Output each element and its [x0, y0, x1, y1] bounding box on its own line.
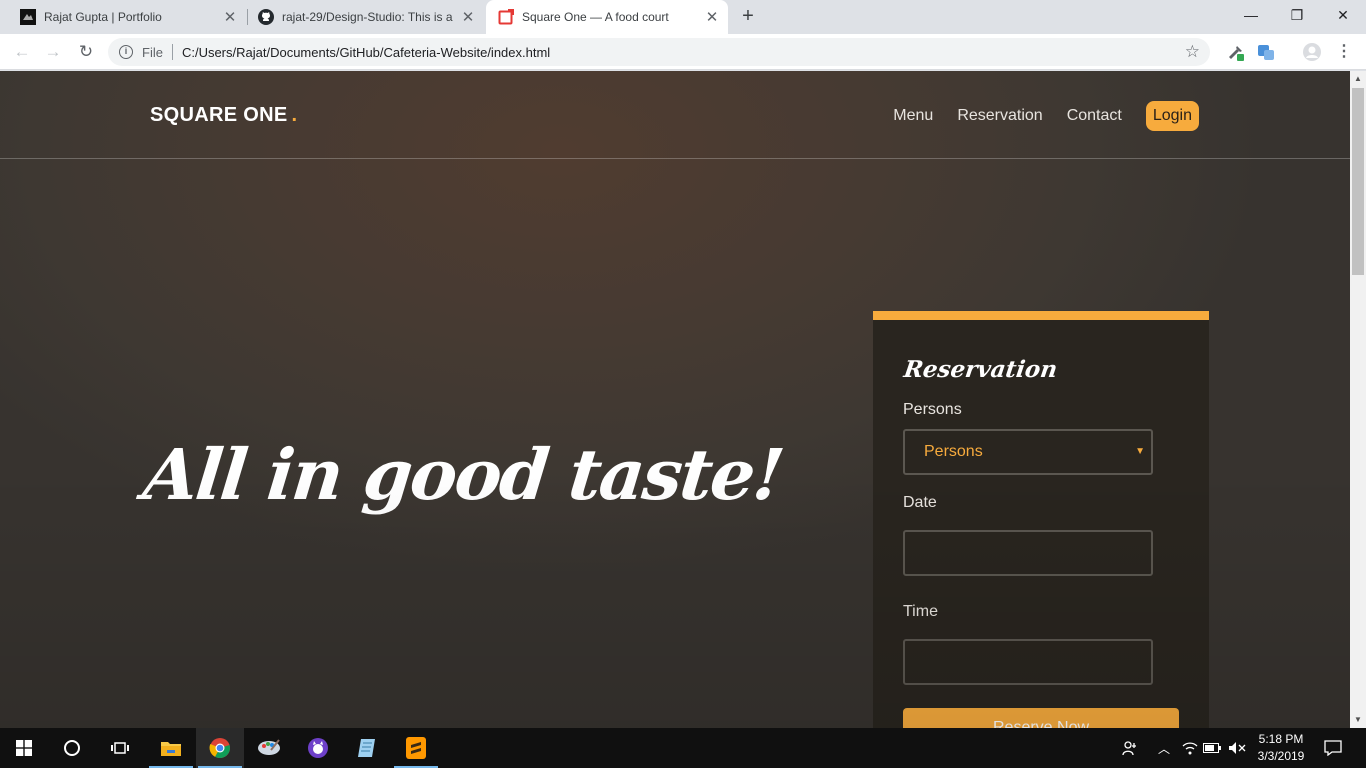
battery-icon[interactable] [1202, 728, 1222, 768]
tab-close-icon[interactable]: ✕ [702, 8, 722, 26]
time-input[interactable] [903, 639, 1153, 685]
windows-taskbar: ︿ 5:18 PM 3/3/2019 [0, 728, 1366, 768]
notifications-icon[interactable] [1320, 728, 1346, 768]
wifi-icon[interactable] [1180, 728, 1200, 768]
windows-start-icon[interactable] [0, 728, 48, 768]
bookmark-star-icon[interactable]: ☆ [1185, 42, 1200, 62]
nav-contact-link[interactable]: Contact [1067, 107, 1122, 125]
back-arrow-icon[interactable]: ← [10, 40, 34, 64]
tab-portfolio[interactable]: Rajat Gupta | Portfolio ✕ [0, 0, 246, 34]
browser-tab-strip: Rajat Gupta | Portfolio ✕ rajat-29/Desig… [0, 0, 1366, 34]
site-header: SQUARE ONE. Menu Reservation Contact Log… [0, 71, 1350, 159]
time-label: Time [903, 603, 938, 620]
url-text[interactable]: C:/Users/Rajat/Documents/GitHub/Cafeteri… [182, 45, 550, 60]
profile-avatar-icon[interactable] [1302, 42, 1322, 62]
portfolio-favicon-icon [20, 9, 36, 25]
scroll-up-icon[interactable]: ▲ [1350, 71, 1366, 87]
hero-heading: All in good taste! [139, 433, 787, 516]
brand-dot: . [291, 104, 298, 126]
tab-title: rajat-29/Design-Studio: This is a [282, 10, 453, 24]
persons-select[interactable]: Persons ▼ [903, 429, 1153, 475]
tab-title: Rajat Gupta | Portfolio [44, 10, 162, 24]
notepad-icon[interactable] [343, 728, 391, 768]
github-desktop-icon[interactable] [294, 728, 342, 768]
nav-reservation-link[interactable]: Reservation [957, 107, 1042, 125]
reservation-title: Reservation [902, 356, 1060, 383]
reload-icon[interactable]: ↻ [74, 40, 98, 64]
persons-label: Persons [903, 401, 962, 418]
forward-arrow-icon[interactable]: → [41, 40, 65, 64]
tab-close-icon[interactable]: ✕ [220, 8, 240, 26]
omnibox-divider [171, 44, 173, 60]
page-scrollbar[interactable]: ▲ ▼ [1350, 71, 1366, 728]
reservation-card: Reservation Persons Persons ▼ Date Time … [873, 311, 1209, 728]
task-view-icon[interactable] [96, 728, 144, 768]
people-icon[interactable] [1118, 728, 1142, 768]
restore-button[interactable]: ❐ [1274, 0, 1320, 30]
paint-icon[interactable] [245, 728, 293, 768]
tab-square-one[interactable]: Square One — A food court ✕ [486, 0, 728, 34]
address-bar[interactable]: i File C:/Users/Rajat/Documents/GitHub/C… [108, 38, 1210, 66]
cortana-icon[interactable] [48, 728, 96, 768]
brand-name: SQUARE ONE [150, 104, 288, 126]
minimize-button[interactable]: — [1228, 0, 1274, 30]
sublime-text-icon[interactable] [392, 728, 440, 768]
chrome-icon[interactable] [196, 728, 244, 768]
scheme-label: File [142, 44, 163, 60]
new-tab-button[interactable]: + [736, 5, 760, 29]
browser-toolbar: ← → ↻ i File C:/Users/Rajat/Documents/Gi… [0, 34, 1366, 70]
file-explorer-icon[interactable] [147, 728, 195, 768]
close-window-button[interactable]: ✕ [1320, 0, 1366, 30]
clock-time: 5:18 PM [1258, 732, 1304, 746]
reserve-now-button[interactable]: Reserve Now [903, 708, 1179, 728]
page-viewport: SQUARE ONE. Menu Reservation Contact Log… [0, 71, 1350, 728]
volume-muted-icon[interactable] [1226, 728, 1248, 768]
chevron-down-icon: ▼ [1135, 446, 1145, 457]
info-icon[interactable]: i [119, 45, 133, 59]
scroll-down-icon[interactable]: ▼ [1350, 712, 1366, 728]
site-nav: Menu Reservation Contact Login [869, 101, 1199, 131]
tab-title: Square One — A food court [522, 10, 669, 24]
square-one-favicon-icon [498, 9, 514, 25]
color-picker-extension-icon[interactable] [1226, 42, 1246, 62]
translate-extension-icon[interactable] [1256, 42, 1276, 62]
nav-menu-link[interactable]: Menu [893, 107, 933, 125]
persons-selected-value: Persons [924, 443, 983, 460]
chevron-up-icon[interactable]: ︿ [1154, 728, 1174, 768]
login-button[interactable]: Login [1145, 101, 1199, 131]
tab-close-icon[interactable]: ✕ [458, 8, 478, 26]
browser-menu-icon[interactable]: ⋮ [1334, 42, 1354, 62]
taskbar-clock[interactable]: 5:18 PM 3/3/2019 [1254, 731, 1308, 765]
scrollbar-thumb[interactable] [1352, 88, 1364, 275]
github-icon [258, 9, 274, 25]
date-input[interactable] [903, 530, 1153, 576]
tab-github[interactable]: rajat-29/Design-Studio: This is a ✕ [238, 0, 484, 34]
brand-logo[interactable]: SQUARE ONE. [150, 104, 297, 127]
clock-date: 3/3/2019 [1257, 749, 1305, 763]
date-label: Date [903, 494, 937, 511]
